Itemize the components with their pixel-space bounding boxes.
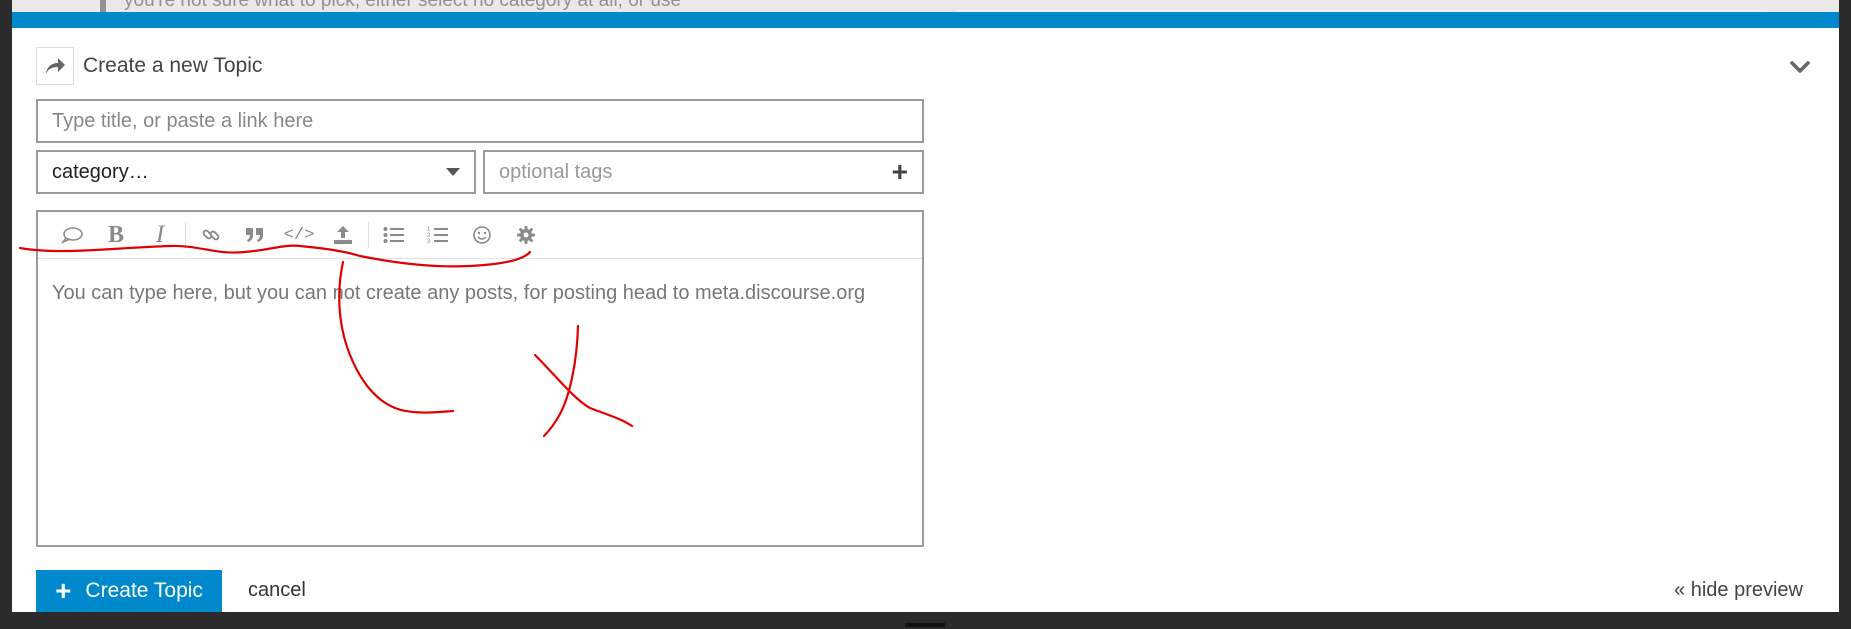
toolbar-divider (368, 222, 369, 248)
hide-preview-link[interactable]: « hide preview (1674, 579, 1803, 602)
plus-icon: + (55, 575, 72, 606)
svg-text:3: 3 (427, 239, 431, 245)
numbered-list-icon[interactable]: 123 (416, 215, 460, 255)
reply-icon[interactable] (36, 47, 74, 85)
bullet-list-icon[interactable] (372, 215, 416, 255)
caret-down-icon (446, 168, 460, 176)
background-text: you're not sure what to pick, either sel… (124, 0, 682, 11)
create-topic-label: Create Topic (85, 579, 203, 602)
blockquote-icon[interactable] (50, 215, 94, 255)
chevron-down-icon[interactable] (1787, 54, 1813, 80)
composer-panel: Create a new Topic category… optional ta… (12, 12, 1839, 612)
category-label: category… (52, 160, 149, 183)
bottom-grip (905, 623, 945, 627)
composer-title: Create a new Topic (83, 54, 263, 77)
composer-header: Create a new Topic (36, 46, 262, 86)
italic-icon[interactable]: I (138, 215, 182, 255)
editor: B I </> 123 You can type here, but you c… (36, 210, 924, 547)
title-input[interactable] (36, 99, 924, 143)
gear-icon[interactable] (504, 215, 548, 255)
bold-icon[interactable]: B (94, 215, 138, 255)
plus-icon[interactable]: + (892, 158, 908, 186)
create-topic-button[interactable]: + Create Topic (36, 570, 222, 612)
category-dropdown[interactable]: category… (36, 150, 476, 194)
upload-icon[interactable] (321, 215, 365, 255)
cancel-link[interactable]: cancel (248, 579, 306, 602)
toolbar-divider (185, 222, 186, 248)
tags-input[interactable]: optional tags + (483, 150, 924, 194)
tags-placeholder: optional tags (499, 160, 613, 183)
code-icon[interactable]: </> (277, 215, 321, 255)
editor-textarea[interactable]: You can type here, but you can not creat… (52, 282, 865, 305)
emoji-icon[interactable] (460, 215, 504, 255)
editor-toolbar: B I </> 123 (38, 212, 922, 259)
quote-icon[interactable] (233, 215, 277, 255)
link-icon[interactable] (189, 215, 233, 255)
resize-grippie[interactable] (914, 31, 956, 38)
